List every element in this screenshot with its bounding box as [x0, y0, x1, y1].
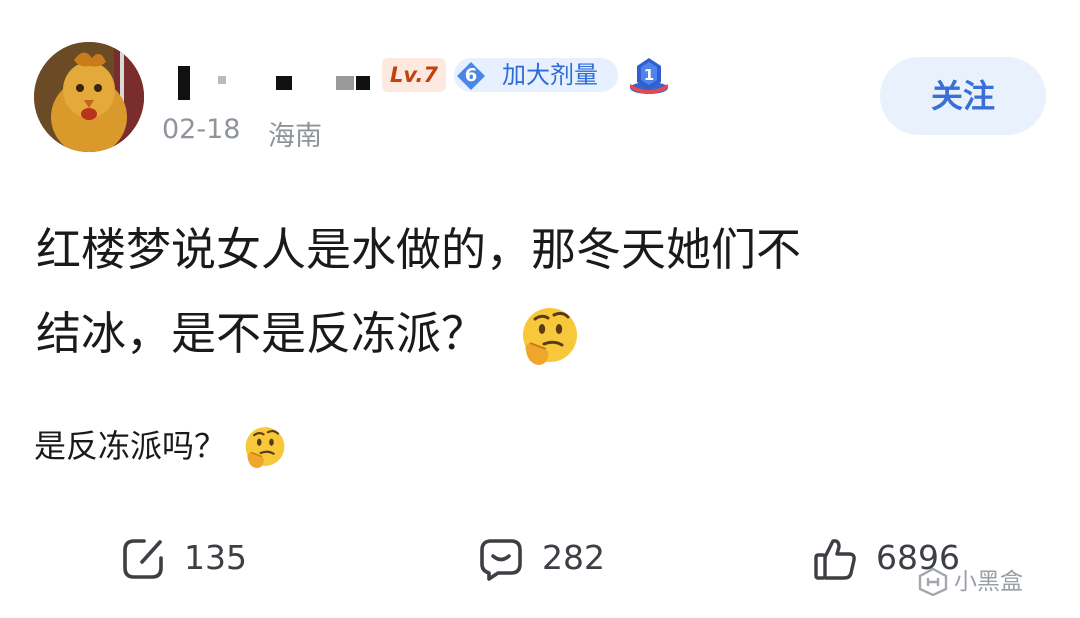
rank-1-medal-icon: 1: [628, 56, 670, 96]
share-icon: [120, 536, 166, 582]
thinking-face-icon: [518, 305, 582, 369]
svg-text:1: 1: [644, 66, 654, 84]
like-button[interactable]: 6896: [812, 530, 972, 586]
medal-tag-badge[interactable]: 6 加大剂量: [454, 58, 618, 92]
username-redacted[interactable]: [172, 64, 372, 100]
rooster-avatar-icon: [34, 42, 144, 152]
follow-button[interactable]: 关注: [880, 57, 1046, 135]
post-title: 红楼梦说女人是水做的，那冬天她们不 结冰，是不是反冻派？: [36, 208, 1036, 376]
comment-count: 282: [542, 538, 605, 577]
post-body-text: 是反冻派吗？: [34, 427, 227, 465]
post-date: 02-18: [162, 114, 241, 145]
level-badge: Lv.7: [382, 58, 446, 92]
watermark-text: 小黑盒: [954, 569, 1023, 595]
post-location: 海南: [268, 121, 322, 152]
comment-icon: [478, 536, 524, 582]
thumbs-up-icon: [812, 536, 858, 582]
post-title-line-2: 结冰，是不是反冻派？: [36, 292, 1036, 376]
thinking-face-icon: [242, 425, 288, 471]
share-count: 135: [184, 538, 247, 577]
post-title-line-2-text: 结冰，是不是反冻派？: [36, 307, 487, 360]
comment-button[interactable]: 282: [478, 530, 618, 586]
post-title-line-1: 红楼梦说女人是水做的，那冬天她们不: [36, 223, 802, 276]
post-body: 是反冻派吗？: [34, 418, 288, 474]
share-button[interactable]: 135: [120, 530, 260, 586]
tag-number: 6: [464, 65, 478, 86]
avatar[interactable]: [34, 42, 144, 152]
tag-label: 加大剂量: [502, 61, 598, 89]
heybox-logo-icon: [918, 568, 948, 596]
